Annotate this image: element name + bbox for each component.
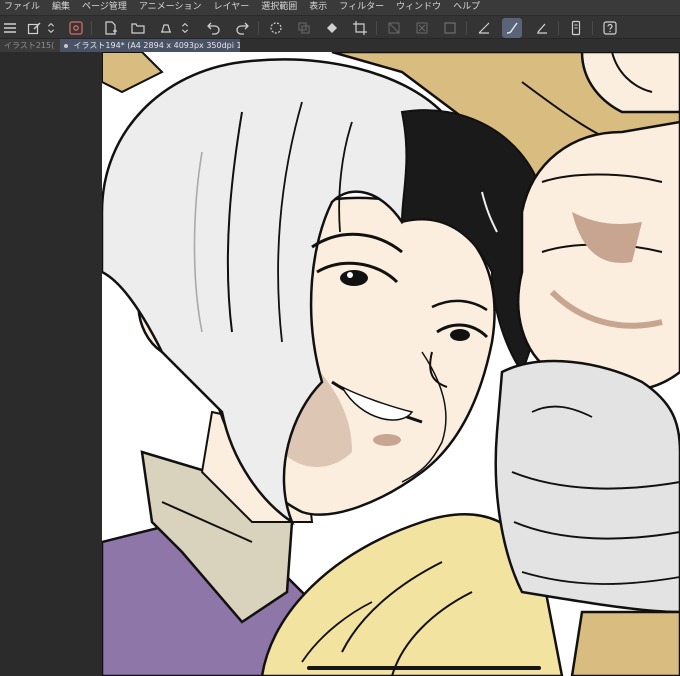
crop-icon[interactable] <box>350 18 370 38</box>
menu-selection[interactable]: 選択範囲 <box>261 0 297 15</box>
transform-icon[interactable] <box>384 18 404 38</box>
stepper-icon[interactable] <box>44 18 58 38</box>
layer-property-icon[interactable] <box>24 18 44 38</box>
menu-file[interactable]: ファイル <box>4 0 40 15</box>
copy-icon[interactable] <box>294 18 314 38</box>
artwork <box>102 52 680 676</box>
tab-label: イラスト194* (A4 2894 x 4093px 350dpi 119.2%… <box>73 41 240 50</box>
pen-icon[interactable] <box>502 18 522 38</box>
toolbar-separator <box>258 21 259 35</box>
eraser-icon[interactable] <box>532 18 552 38</box>
modified-dot-icon <box>64 43 68 48</box>
menu-layer[interactable]: レイヤー <box>214 0 250 15</box>
menu-window[interactable]: ウィンドウ <box>396 0 441 15</box>
undo-icon[interactable] <box>204 18 224 38</box>
workspace <box>0 52 680 676</box>
canvas-tabs: イラスト215( イラスト194* (A4 2894 x 4093px 350d… <box>0 39 680 52</box>
toolbar-separator <box>558 21 559 35</box>
fill-icon[interactable] <box>322 18 342 38</box>
toolbar-separator <box>376 21 377 35</box>
help-icon[interactable] <box>600 18 620 38</box>
ruler-icon[interactable] <box>474 18 494 38</box>
open-folder-icon[interactable] <box>128 18 148 38</box>
menu-animation[interactable]: アニメーション <box>139 0 202 15</box>
spinner-icon[interactable] <box>266 18 286 38</box>
toolbar-separator <box>91 21 92 35</box>
menu-help[interactable]: ヘルプ <box>453 0 480 15</box>
clear-icon[interactable] <box>412 18 432 38</box>
tab-illust-194[interactable]: イラスト194* (A4 2894 x 4093px 350dpi 119.2%… <box>60 39 240 52</box>
command-bar <box>0 15 680 39</box>
menu-icon[interactable] <box>0 18 20 38</box>
new-canvas-icon[interactable] <box>100 18 120 38</box>
stepper-icon[interactable] <box>178 18 192 38</box>
phone-icon[interactable] <box>566 18 586 38</box>
drawing-canvas[interactable] <box>102 52 680 676</box>
save-icon[interactable] <box>156 18 176 38</box>
redo-icon[interactable] <box>232 18 252 38</box>
square-icon[interactable] <box>440 18 460 38</box>
home-indicator <box>307 666 541 670</box>
toolbar-separator <box>592 21 593 35</box>
eye-icon[interactable] <box>66 18 86 38</box>
menu-bar: ファイル 編集 ページ管理 アニメーション レイヤー 選択範囲 表示 フィルター… <box>0 0 680 15</box>
toolbar-separator <box>466 21 467 35</box>
tab-label: イラスト215( <box>4 41 55 50</box>
tab-illust-215[interactable]: イラスト215( <box>0 39 60 52</box>
menu-edit[interactable]: 編集 <box>52 0 70 15</box>
menu-view[interactable]: 表示 <box>309 0 327 15</box>
menu-filter[interactable]: フィルター <box>339 0 384 15</box>
menu-page[interactable]: ページ管理 <box>82 0 127 15</box>
